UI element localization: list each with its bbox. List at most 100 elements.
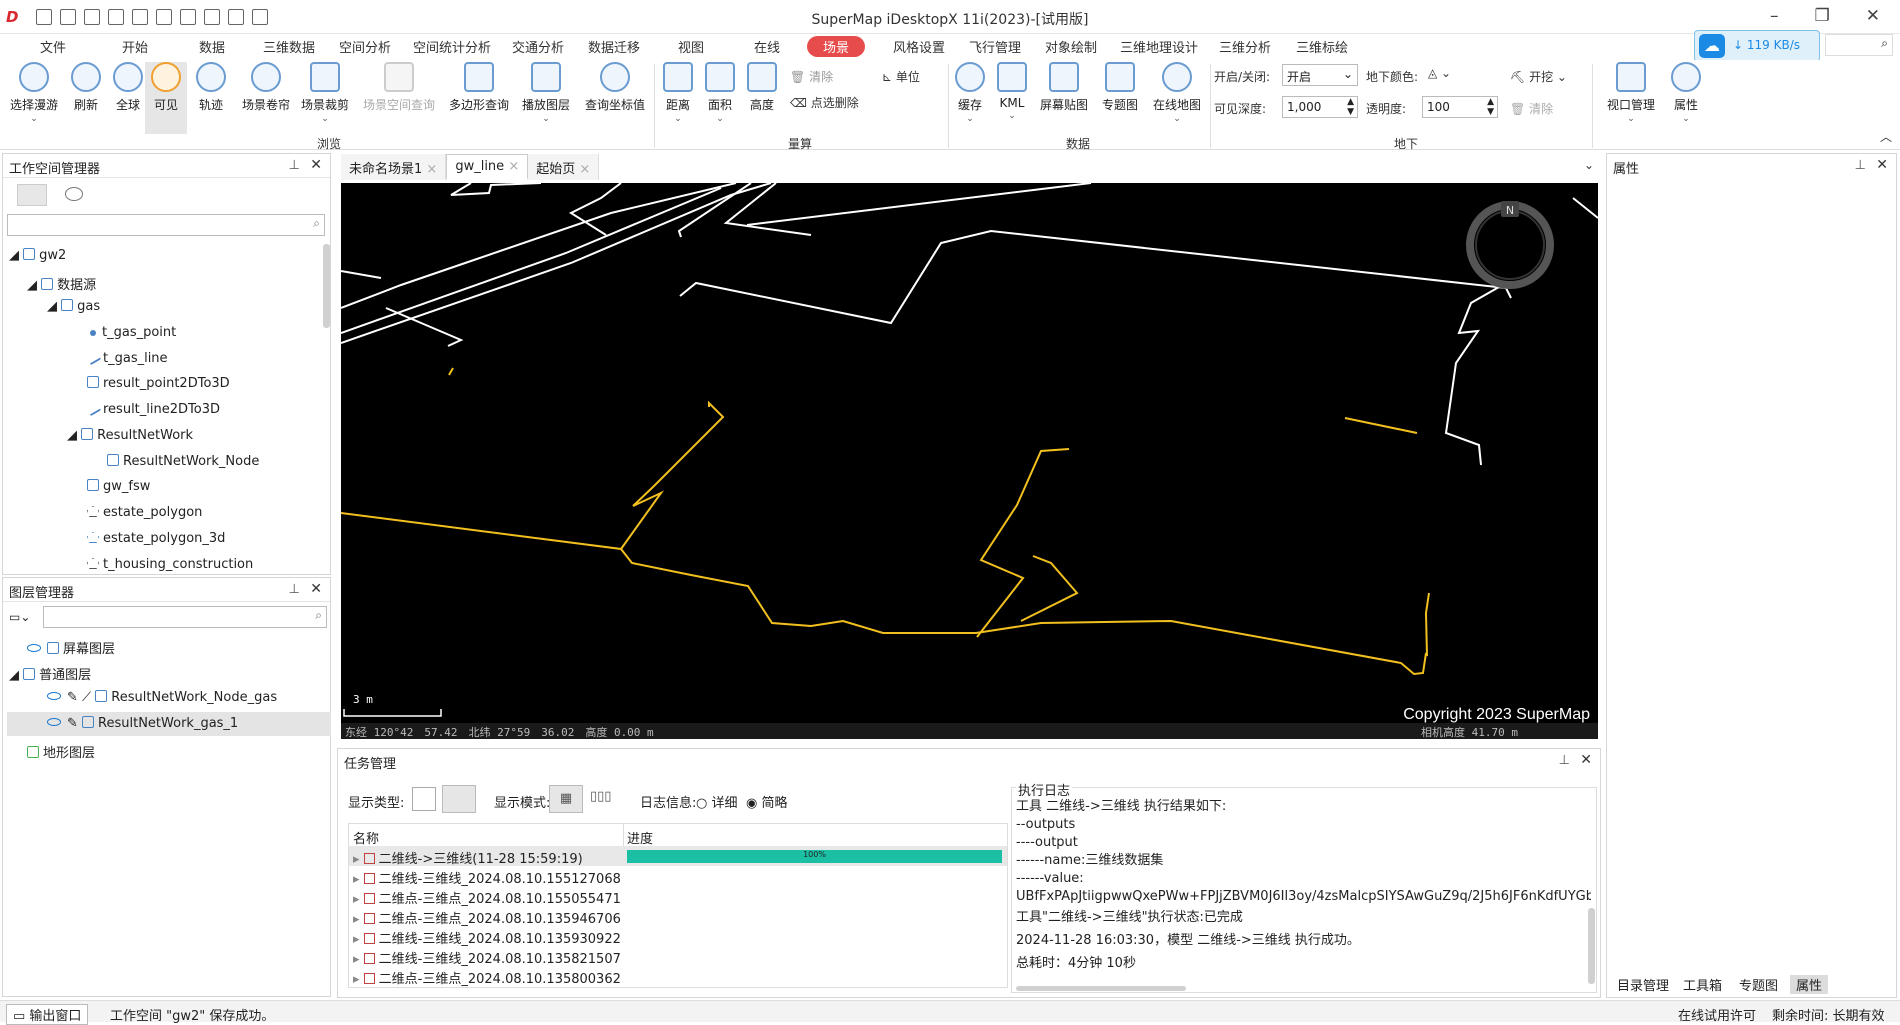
layer-item-screen[interactable]: 屏幕图层 [27,638,115,657]
close-icon[interactable]: × [579,162,590,177]
menu-style[interactable]: 风格设置 [893,37,945,56]
layer-item-normal[interactable]: ◢ 普通图层 [9,664,91,683]
opacity-input[interactable]: 100 ▲ ▼ [1422,96,1498,118]
polygon-query-button[interactable]: 多边形查询 [444,62,514,113]
task-row[interactable]: ▸ 二维线->三维线(11-28 15:59:19) [353,848,583,867]
tree-item-gw-fsw[interactable]: gw_fsw [87,479,150,494]
log-detail-radio[interactable]: ○ 详细 [696,792,738,811]
layer-tool-dropdown[interactable]: ▭⌄ [9,610,30,624]
pin-icon[interactable]: ⊥ [289,582,300,597]
menu-file[interactable]: 文件 [40,37,66,56]
tab-gw-line[interactable]: gw_line × [446,154,529,180]
tree-item-result-point[interactable]: result_point2DTo3D [87,376,230,391]
eye-icon[interactable] [47,692,61,700]
underground-clear-button[interactable]: 🗑 清除 [1510,100,1553,117]
expand-arrow-icon[interactable]: ▸ [353,952,364,967]
play-layer-button[interactable]: 播放图层 ⌄ [513,62,579,124]
tab-scene-1[interactable]: 未命名场景1 × [341,154,447,180]
unit-button[interactable]: ⊾ 单位 [882,68,920,85]
area-button[interactable]: 面积 ⌄ [698,62,742,124]
tab-catalog[interactable]: 目录管理 [1617,975,1669,994]
tree-item-t-gas-line[interactable]: t_gas_line [84,348,168,366]
spinner-icon[interactable]: ▲ ▼ [1347,97,1354,117]
editable-icon[interactable]: ⟋ [82,690,95,705]
log-brief-radio[interactable]: ◉ 简略 [746,792,788,811]
menu-data[interactable]: 数据 [199,37,225,56]
task-row[interactable]: ▸ 二维线-三维线_2024.08.10.155127068 [353,868,621,887]
cache-button[interactable]: 缓存 ⌄ [950,62,990,124]
distance-button[interactable]: 距离 ⌄ [656,62,700,124]
menu-flight[interactable]: 飞行管理 [969,37,1021,56]
layer-search-input[interactable]: ⌕ [43,606,327,628]
thematic-map-button[interactable]: 专题图 [1094,62,1146,113]
online-map-button[interactable]: 在线地图 ⌄ [1146,62,1208,124]
tree-item-result-line[interactable]: result_line2DTo3D [84,399,220,417]
tab-toolbox[interactable]: 工具箱 [1683,975,1722,994]
track-button[interactable]: 轨迹 [183,62,239,113]
workspace-search-input[interactable]: ⌕ [7,214,325,236]
tree-item-resultnetwork[interactable]: ◢ ResultNetWork [67,428,193,443]
tree-item-estate-polygon[interactable]: estate_polygon [87,505,202,520]
task-row[interactable]: ▸ 二维线-三维线_2024.08.10.135930922 [353,928,621,947]
menu-scene[interactable]: 场景 [807,36,866,57]
tab-properties[interactable]: 属性 [1790,975,1829,994]
close-icon[interactable]: ✕ [310,581,322,597]
menu-start[interactable]: 开始 [122,37,148,56]
menu-3d-design[interactable]: 三维地理设计 [1120,37,1198,56]
height-button[interactable]: 高度 [740,62,784,113]
close-icon[interactable]: ✕ [1580,752,1592,768]
expand-arrow-icon[interactable]: ▸ [353,852,364,867]
ribbon-search-input[interactable]: ⌕ [1825,34,1893,56]
datasource-view-icon[interactable] [65,187,83,201]
pin-icon[interactable]: ⊥ [1855,158,1866,173]
menu-migration[interactable]: 数据迁移 [588,37,640,56]
tree-item-workspace[interactable]: ◢ gw2 [9,248,66,263]
tab-list-dropdown[interactable]: ⌄ [1584,158,1594,172]
restore-button[interactable]: ❐ [1815,6,1830,26]
screen-image-button[interactable]: 屏幕贴图 [1034,62,1094,113]
properties-button[interactable]: 属性 ⌄ [1660,62,1712,124]
log-scrollbar[interactable] [1588,908,1595,984]
menu-spatial-stats[interactable]: 空间统计分析 [413,37,491,56]
list-type-icon[interactable] [412,787,436,811]
scene-clip-button[interactable]: 场景裁剪 ⌄ [293,62,357,124]
scene-spatial-query-button[interactable]: 场景空间查询 [356,62,442,113]
eye-icon[interactable] [47,718,61,726]
menu-online[interactable]: 在线 [754,37,780,56]
tree-item-resultnetwork-node[interactable]: ResultNetWork_Node [107,454,259,469]
expand-arrow-icon[interactable]: ▸ [353,872,364,887]
menu-spatial-analysis[interactable]: 空间分析 [339,37,391,56]
menu-draw[interactable]: 对象绘制 [1045,37,1097,56]
menu-3d-analysis[interactable]: 三维分析 [1219,37,1271,56]
tab-thematic[interactable]: 专题图 [1739,975,1778,994]
menu-3d-data[interactable]: 三维数据 [263,37,315,56]
menu-view[interactable]: 视图 [678,37,704,56]
pin-icon[interactable]: ⊥ [289,158,300,173]
tree-item-t-gas-point[interactable]: t_gas_point [87,325,176,340]
visible-button[interactable]: 可见 [145,62,187,134]
task-row[interactable]: ▸ 二维点-三维点_2024.08.10.135800362 [353,968,621,987]
kml-button[interactable]: KML ⌄ [990,62,1034,121]
expand-arrow-icon[interactable]: ▸ [353,972,364,987]
workspace-view-toggle[interactable] [17,184,47,206]
detail-type-icon[interactable] [442,785,476,813]
eye-icon[interactable] [27,644,41,652]
menu-traffic[interactable]: 交通分析 [512,37,564,56]
tree-item-datasources[interactable]: ◢ 数据源 [27,274,96,293]
expand-arrow-icon[interactable]: ▸ [353,892,364,907]
log-hscrollbar[interactable] [1016,986,1186,991]
close-icon[interactable]: ✕ [1876,157,1888,173]
tree-item-estate-polygon-3d[interactable]: estate_polygon_3d [87,531,225,546]
layer-item-node-gas[interactable]: ✎ ⟋ ResultNetWork_Node_gas [47,690,277,705]
close-button[interactable]: ✕ [1866,6,1880,26]
close-icon[interactable]: × [508,159,519,174]
point-delete-button[interactable]: ⌫ 点选删除 [790,94,859,111]
depth-input[interactable]: 1,000 ▲ ▼ [1282,96,1358,118]
expand-arrow-icon[interactable]: ▸ [353,912,364,927]
selectable-icon[interactable]: ✎ [67,690,82,705]
switch-select[interactable]: 开启 ⌄ [1282,64,1358,86]
tab-start-page[interactable]: 起始页 × [528,154,600,180]
task-row[interactable]: ▸ 二维线-三维线_2024.08.10.135821507 [353,948,621,967]
viewport-manager-button[interactable]: 视口管理 ⌄ [1602,62,1660,124]
close-icon[interactable]: × [426,162,437,177]
